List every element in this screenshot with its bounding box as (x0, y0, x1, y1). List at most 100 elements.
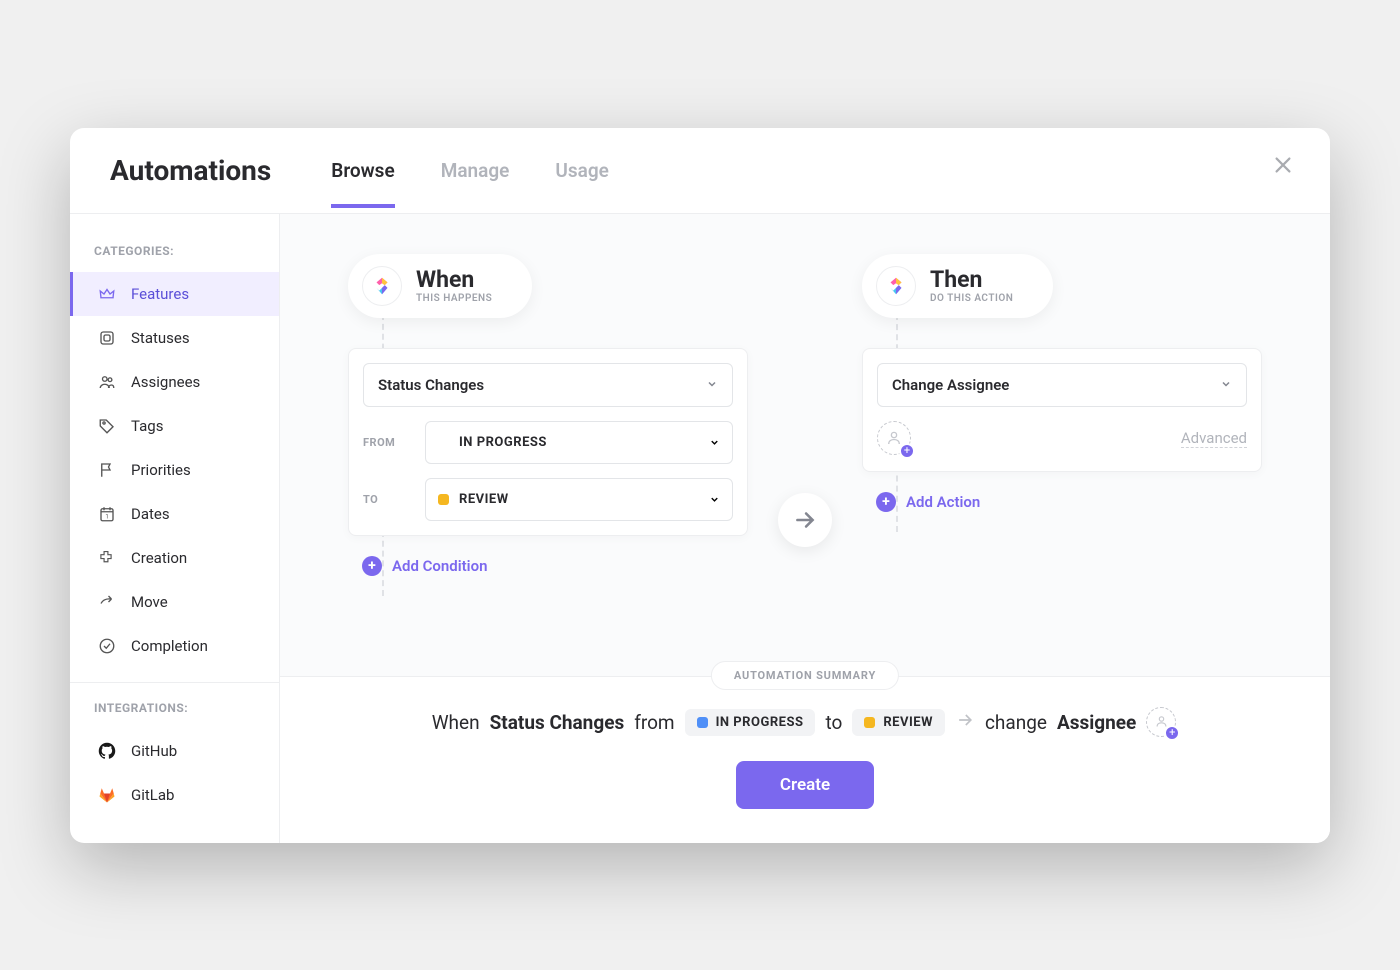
summary-badge: AUTOMATION SUMMARY (711, 661, 899, 690)
square-icon (97, 328, 117, 348)
action-select-value: Change Assignee (892, 376, 1009, 394)
clickup-logo-icon (362, 266, 402, 306)
plus-badge-icon: + (1164, 725, 1180, 741)
automation-builder: When THIS HAPPENS Status Changes FROM (280, 214, 1330, 676)
sidebar-item-label: Priorities (131, 461, 191, 479)
flag-icon (97, 460, 117, 480)
summary-to-chip: REVIEW (852, 709, 945, 736)
plus-icon: + (362, 556, 382, 576)
status-color-swatch (864, 717, 875, 728)
sidebar: CATEGORIES: Features Statuses Assignees … (70, 214, 280, 843)
sidebar-item-label: Move (131, 593, 168, 611)
sidebar-item-label: GitLab (131, 786, 174, 804)
modal-title: Automations (110, 154, 271, 213)
summary-action: Assignee (1057, 711, 1136, 734)
add-condition-label: Add Condition (392, 557, 487, 575)
summary-to-status: REVIEW (883, 715, 933, 730)
sidebar-divider (70, 682, 279, 683)
crown-icon (97, 284, 117, 304)
sidebar-item-github[interactable]: GitHub (70, 729, 279, 773)
flow-arrow-icon (778, 493, 832, 547)
sidebar-item-move[interactable]: Move (70, 580, 279, 624)
sidebar-item-statuses[interactable]: Statuses (70, 316, 279, 360)
check-circle-icon (97, 636, 117, 656)
chevron-down-icon (709, 433, 720, 452)
then-header-pill: Then DO THIS ACTION (862, 254, 1053, 318)
plus-icon: + (876, 492, 896, 512)
from-label: FROM (363, 436, 413, 449)
sidebar-item-assignees[interactable]: Assignees (70, 360, 279, 404)
advanced-link[interactable]: Advanced (1181, 429, 1247, 448)
when-subtitle: THIS HAPPENS (416, 293, 492, 304)
github-icon (97, 741, 117, 761)
sidebar-item-completion[interactable]: Completion (70, 624, 279, 668)
trigger-select[interactable]: Status Changes (363, 363, 733, 407)
clickup-logo-icon (876, 266, 916, 306)
main-panel: When THIS HAPPENS Status Changes FROM (280, 214, 1330, 843)
from-status-value: IN PROGRESS (459, 435, 699, 450)
sidebar-item-dates[interactable]: 1 Dates (70, 492, 279, 536)
sidebar-heading-integrations: INTEGRATIONS: (70, 697, 279, 729)
calendar-icon: 1 (97, 504, 117, 524)
sidebar-item-creation[interactable]: Creation (70, 536, 279, 580)
sidebar-item-features[interactable]: Features (70, 272, 279, 316)
share-icon (97, 592, 117, 612)
close-icon[interactable] (1272, 154, 1294, 180)
plus-badge-icon: + (899, 443, 915, 459)
sidebar-item-label: Dates (131, 505, 170, 523)
from-row: FROM IN PROGRESS (363, 421, 733, 464)
summary-assignee-placeholder[interactable]: + (1146, 707, 1178, 739)
modal-header: Automations Browse Manage Usage (70, 128, 1330, 214)
summary-from-word: from (634, 711, 674, 734)
automations-modal: Automations Browse Manage Usage CATEGORI… (70, 128, 1330, 843)
summary-trigger: Status Changes (490, 711, 625, 734)
to-row: TO REVIEW (363, 478, 733, 521)
sidebar-heading-categories: CATEGORIES: (70, 240, 279, 272)
summary-when-word: When (432, 711, 480, 734)
when-card: Status Changes FROM IN PROGRESS (348, 348, 748, 536)
sidebar-item-label: Statuses (131, 329, 190, 347)
gitlab-icon (97, 785, 117, 805)
then-column: Then DO THIS ACTION Change Assignee (862, 254, 1262, 512)
then-subtitle: DO THIS ACTION (930, 293, 1013, 304)
svg-text:1: 1 (105, 513, 108, 520)
sidebar-item-gitlab[interactable]: GitLab (70, 773, 279, 817)
summary-from-chip: IN PROGRESS (685, 709, 816, 736)
arrow-right-icon (955, 710, 975, 735)
sidebar-item-label: Assignees (131, 373, 200, 391)
when-title: When (416, 268, 492, 291)
when-header-pill: When THIS HAPPENS (348, 254, 532, 318)
trigger-select-value: Status Changes (378, 376, 484, 394)
sidebar-item-priorities[interactable]: Priorities (70, 448, 279, 492)
to-label: TO (363, 493, 413, 506)
when-column: When THIS HAPPENS Status Changes FROM (348, 254, 748, 576)
plus-outline-icon (97, 548, 117, 568)
users-icon (97, 372, 117, 392)
add-condition-button[interactable]: + Add Condition (362, 556, 748, 576)
tab-manage[interactable]: Manage (441, 159, 510, 208)
assignee-row: + Advanced (877, 421, 1247, 457)
add-assignee-button[interactable]: + (877, 421, 913, 457)
modal-body: CATEGORIES: Features Statuses Assignees … (70, 214, 1330, 843)
tab-browse[interactable]: Browse (331, 159, 394, 208)
summary-action-word: change (985, 711, 1047, 734)
sidebar-item-label: Tags (131, 417, 163, 435)
sidebar-item-label: Completion (131, 637, 208, 655)
summary-section: AUTOMATION SUMMARY When Status Changes f… (280, 676, 1330, 843)
tag-icon (97, 416, 117, 436)
to-status-select[interactable]: REVIEW (425, 478, 733, 521)
create-button[interactable]: Create (736, 761, 874, 809)
status-color-swatch (438, 437, 449, 448)
from-status-select[interactable]: IN PROGRESS (425, 421, 733, 464)
summary-to-word: to (825, 711, 842, 734)
add-action-button[interactable]: + Add Action (876, 492, 1262, 512)
to-status-value: REVIEW (459, 492, 699, 507)
summary-sentence: When Status Changes from IN PROGRESS to … (320, 707, 1290, 739)
then-card: Change Assignee + Advanced (862, 348, 1262, 472)
tab-usage[interactable]: Usage (555, 159, 608, 208)
chevron-down-icon (709, 490, 720, 509)
sidebar-item-tags[interactable]: Tags (70, 404, 279, 448)
chevron-down-icon (706, 376, 718, 394)
action-select[interactable]: Change Assignee (877, 363, 1247, 407)
sidebar-item-label: Features (131, 285, 189, 303)
